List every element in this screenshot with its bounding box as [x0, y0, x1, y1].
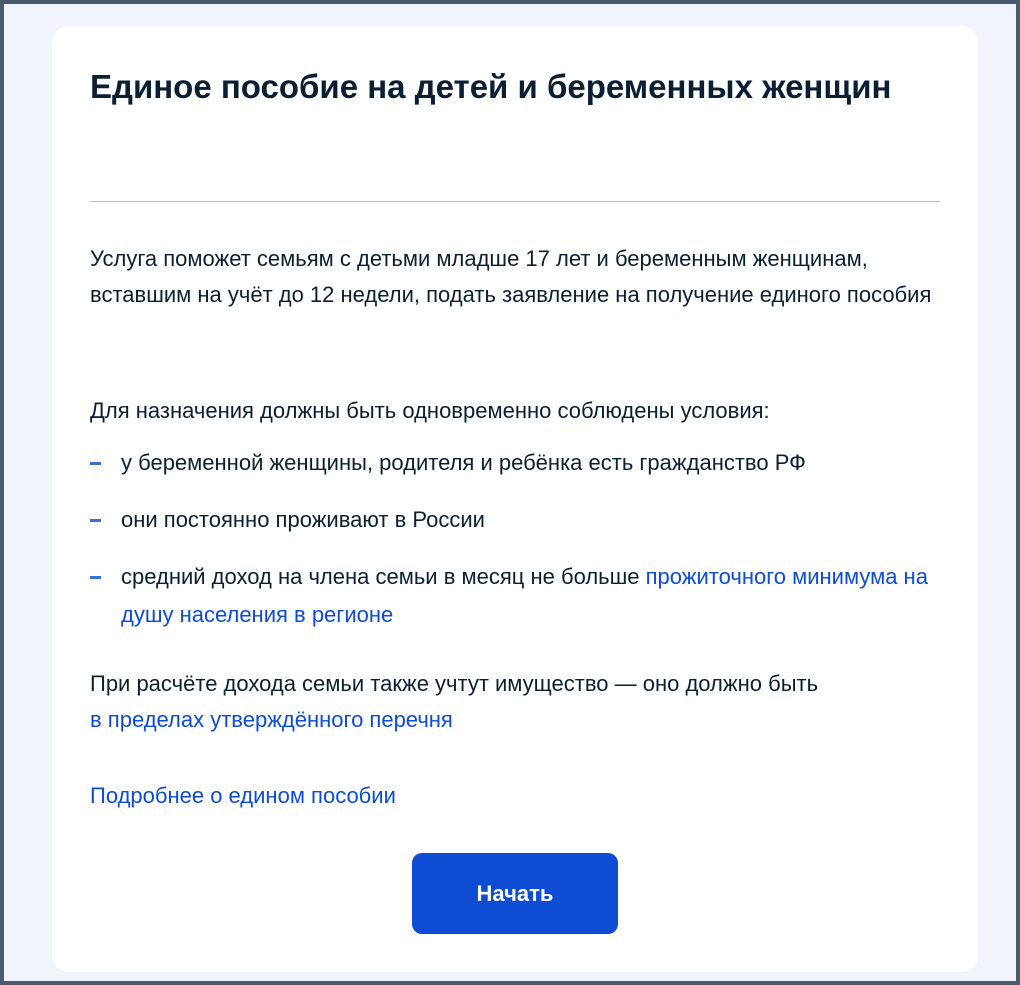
- service-card: Единое пособие на детей и беременных жен…: [52, 26, 978, 972]
- condition-residence: они постоянно проживают в России: [90, 501, 940, 539]
- divider: [90, 201, 940, 202]
- service-description: Услуга поможет семьям с детьми младше 17…: [90, 246, 932, 307]
- window-frame: Единое пособие на детей и беременных жен…: [0, 0, 1020, 985]
- property-text: При расчёте дохода семьи также учтут иму…: [90, 671, 819, 696]
- more-info-link[interactable]: Подробнее о едином пособии: [90, 778, 396, 814]
- dash-bullet-icon: [90, 576, 101, 579]
- condition-text: у беременной женщины, родителя и ребёнка…: [121, 450, 806, 475]
- page-title: Единое пособие на детей и беременных жен…: [90, 68, 892, 105]
- start-button[interactable]: Начать: [412, 853, 618, 934]
- approved-list-link[interactable]: в пределах утверждённого перечня: [90, 707, 453, 732]
- dash-bullet-icon: [90, 462, 101, 465]
- condition-text: они постоянно проживают в России: [121, 507, 485, 532]
- condition-text: средний доход на члена семьи в месяц не …: [121, 564, 646, 589]
- conditions-list: у беременной женщины, родителя и ребёнка…: [90, 444, 940, 634]
- condition-income: средний доход на члена семьи в месяц не …: [90, 558, 940, 634]
- conditions-heading: Для назначения должны быть одновременно …: [90, 398, 770, 423]
- property-note: При расчёте дохода семьи также учтут иму…: [90, 666, 940, 738]
- condition-citizenship: у беременной женщины, родителя и ребёнка…: [90, 444, 940, 482]
- dash-bullet-icon: [90, 519, 101, 522]
